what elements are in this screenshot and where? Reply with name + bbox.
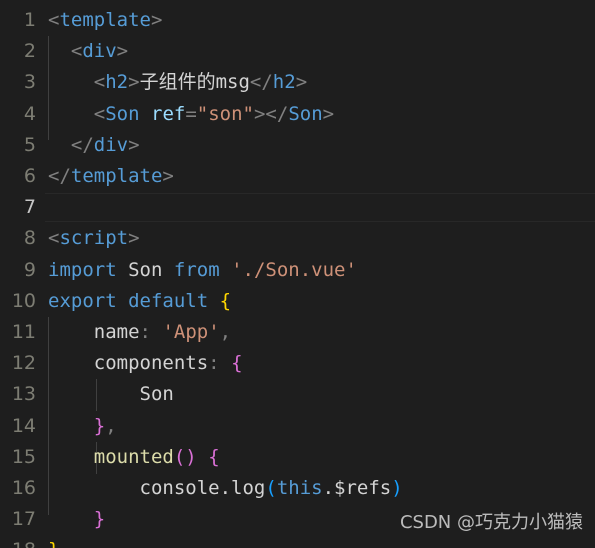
code-line[interactable]: 4 <Son ref="son"></Son> [0, 99, 595, 130]
code-line[interactable]: 14 }, [0, 411, 595, 442]
code-line[interactable]: 11 name: 'App', [0, 317, 595, 348]
code-line-text: Son [139, 383, 174, 406]
code-line[interactable]: 8 <script> [0, 223, 595, 254]
code-line-text: </div> [70, 133, 140, 156]
code-line[interactable]: 12 components: { [0, 348, 595, 379]
line-number-active: 7 [23, 196, 36, 219]
line-number: 1 [23, 9, 36, 31]
line-number: 5 [23, 133, 36, 156]
code-editor-viewport[interactable]: , ' ' 1 <template> 2 <div> 3 <h2>子组件的msg… [0, 0, 595, 548]
partial-line-below: </script> [0, 543, 595, 548]
line-number: 13 [11, 383, 36, 406]
code-line-text: <template> [48, 9, 163, 31]
code-line-text: export default { [48, 289, 232, 312]
code-line[interactable]: 1 <template> [0, 5, 595, 36]
code-line[interactable]: 2 <div> [0, 36, 595, 67]
line-number: 11 [11, 321, 36, 343]
line-number: 14 [11, 414, 36, 437]
code-line[interactable]: 13 Son [0, 379, 595, 410]
code-line-text: <Son ref="son"></Son> [93, 102, 335, 125]
code-line-text: </template> [48, 165, 174, 187]
code-line[interactable]: 9 import Son from './Son.vue' [0, 255, 595, 286]
code-line[interactable]: 5 </div> [0, 130, 595, 161]
code-line-text: import Son from './Son.vue' [48, 258, 357, 281]
line-number: 3 [23, 71, 36, 94]
code-line: </script> [0, 543, 595, 548]
code-line[interactable]: 17 } [0, 504, 595, 535]
code-line-text: <script> [48, 227, 140, 250]
line-number: 10 [11, 289, 36, 312]
line-number: 16 [11, 477, 36, 499]
code-line-text: <div> [70, 40, 129, 63]
line-number: 9 [23, 258, 36, 281]
code-line-text: <h2>子组件的msg</h2> [93, 71, 308, 94]
code-line[interactable]: 16 console.log(this.$refs) [0, 473, 595, 504]
line-number: 17 [11, 508, 36, 531]
line-number: 12 [11, 352, 36, 375]
code-line-text: components: { [93, 352, 243, 375]
line-number: 15 [11, 445, 36, 468]
code-line-text: }, [93, 414, 117, 437]
line-number: 4 [23, 102, 36, 125]
line-number: 2 [23, 40, 36, 63]
code-line[interactable]: 10 export default { [0, 286, 595, 317]
code-line[interactable]: 15 mounted() { [0, 442, 595, 473]
code-line-text: mounted() { [93, 445, 220, 468]
line-number: 6 [23, 165, 36, 187]
line-number: 8 [23, 227, 36, 250]
code-line-text: console.log(this.$refs) [139, 477, 403, 499]
code-line[interactable]: 6 </template> [0, 161, 595, 192]
code-line-text: </script> [48, 543, 151, 548]
code-line-text: } [93, 508, 106, 531]
code-line-active[interactable]: 7 [0, 192, 595, 223]
code-line[interactable]: 3 <h2>子组件的msg</h2> [0, 67, 595, 98]
code-line-text: name: 'App', [93, 321, 232, 343]
